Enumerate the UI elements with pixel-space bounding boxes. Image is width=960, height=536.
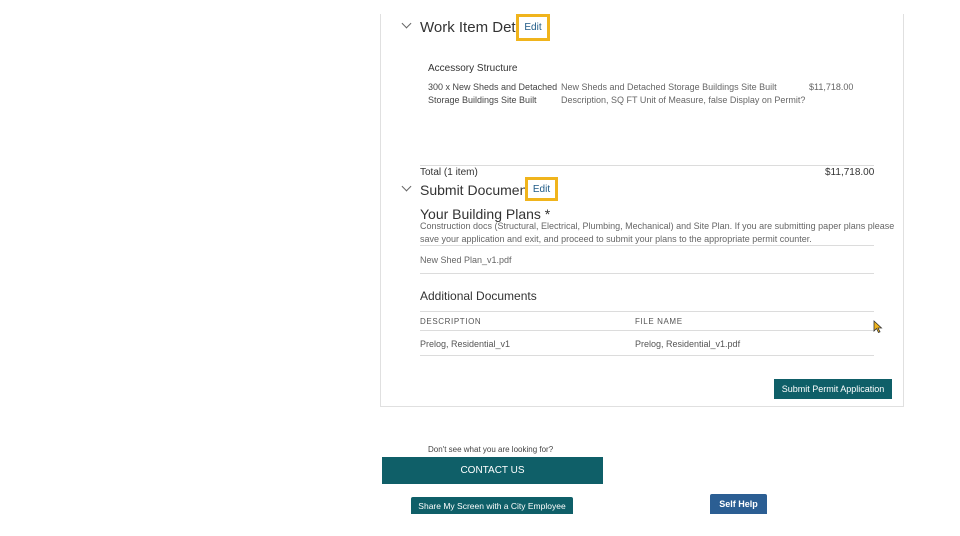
- column-header-file-name: FILE NAME: [635, 317, 683, 326]
- share-screen-button[interactable]: Share My Screen with a City Employee: [411, 497, 573, 514]
- edit-documents-button[interactable]: Edit: [525, 177, 558, 201]
- total-label: Total (1 item): [420, 167, 478, 178]
- work-item-category: Accessory Structure: [428, 63, 518, 74]
- divider: [420, 355, 874, 356]
- work-item-description-line2: Description, SQ FT Unit of Measure, fals…: [561, 95, 806, 105]
- divider: [420, 245, 874, 246]
- divider: [420, 165, 874, 166]
- work-item-name-line1: 300 x New Sheds and Detached: [428, 82, 558, 92]
- edit-work-item-button[interactable]: Edit: [516, 14, 550, 41]
- mouse-cursor-icon: [873, 320, 883, 333]
- work-item-description-line1: New Sheds and Detached Storage Buildings…: [561, 82, 777, 92]
- total-value: $11,718.00: [825, 167, 875, 178]
- column-header-description: DESCRIPTION: [420, 317, 482, 326]
- divider: [420, 330, 874, 331]
- additional-documents-title: Additional Documents: [420, 289, 537, 303]
- row-description: Prelog, Residential_v1: [420, 339, 511, 349]
- self-help-button[interactable]: Self Help: [710, 494, 767, 514]
- divider: [420, 273, 874, 274]
- uploaded-plan-file[interactable]: New Shed Plan_v1.pdf: [420, 254, 512, 267]
- work-item-name-line2: Storage Buildings Site Built: [428, 95, 537, 105]
- help-prompt-text: Don't see what you are looking for?: [428, 445, 554, 454]
- contact-us-button[interactable]: CONTACT US: [382, 457, 603, 484]
- row-file-name[interactable]: Prelog, Residential_v1.pdf: [635, 338, 740, 351]
- building-plans-description-line1: Construction docs (Structural, Electrica…: [420, 221, 895, 231]
- work-item-price: $11,718.00: [809, 82, 854, 92]
- divider: [420, 311, 874, 312]
- submit-permit-application-button[interactable]: Submit Permit Application: [774, 379, 892, 399]
- section-title-submit-documents: Submit Documents: [420, 182, 539, 198]
